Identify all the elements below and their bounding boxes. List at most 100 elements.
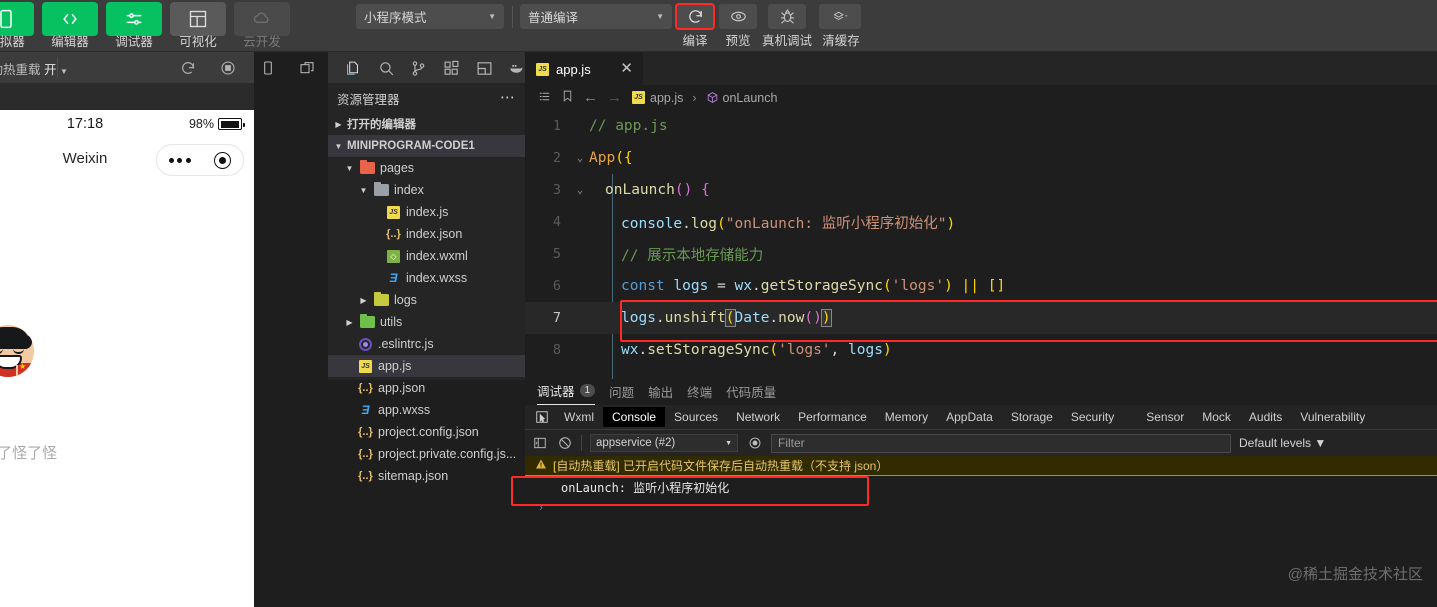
- tree-item-index-json[interactable]: {..} index.json: [328, 223, 525, 245]
- breadcrumb-file[interactable]: JS app.js: [631, 90, 683, 105]
- outline-icon[interactable]: [537, 90, 552, 106]
- devtools-tab-vulnerability[interactable]: Vulnerability: [1291, 407, 1374, 427]
- inspect-cursor-icon[interactable]: [529, 410, 555, 424]
- tree-item-pages[interactable]: ▼ pages: [328, 157, 525, 179]
- code-line[interactable]: 5 // 展示本地存储能力: [525, 238, 1437, 270]
- compile-button[interactable]: [675, 3, 715, 30]
- live-expression-icon[interactable]: [746, 435, 763, 452]
- devtools-tab-wxml[interactable]: Wxml: [555, 407, 603, 427]
- mode-button-debugger[interactable]: [106, 2, 162, 36]
- code-token-paren: ): [882, 342, 892, 358]
- tree-item-app-json[interactable]: {..} app.json: [328, 377, 525, 399]
- console-input-prompt[interactable]: ›: [525, 498, 1437, 516]
- code-line[interactable]: 3 ⌄ onLaunch() {: [525, 174, 1437, 206]
- devtools-tab-console[interactable]: Console: [603, 407, 666, 427]
- wxml-file-icon: ◇: [386, 249, 401, 264]
- tree-item-app-js[interactable]: JS app.js: [328, 355, 525, 377]
- explorer-section-open-editors[interactable]: ▶ 打开的编辑器: [328, 113, 525, 135]
- panel-tab-problems[interactable]: 问题: [609, 382, 634, 405]
- user-avatar[interactable]: [0, 325, 34, 377]
- mode-button-visual[interactable]: [170, 2, 226, 36]
- console-body[interactable]: [自动热重载] 已开启代码文件保存后自动热重载（不支持 json） onLaun…: [511, 456, 1437, 596]
- code-token-dot: .: [751, 278, 761, 294]
- explorer-section-project-root[interactable]: ▼ MINIPROGRAM-CODE1: [328, 135, 525, 157]
- panel-tab-code-quality[interactable]: 代码质量: [726, 382, 776, 405]
- wechat-capsule-button[interactable]: [156, 144, 244, 176]
- clear-cache-button[interactable]: [819, 4, 861, 29]
- devtools-tab-audits[interactable]: Audits: [1240, 407, 1291, 427]
- search-icon[interactable]: [376, 58, 396, 78]
- open-editors-label: 打开的编辑器: [347, 119, 416, 131]
- mode-button-editor[interactable]: [42, 2, 98, 36]
- panel-tab-terminal[interactable]: 终端: [687, 382, 712, 405]
- simulator-refresh-icon[interactable]: [179, 59, 196, 76]
- more-dots-icon[interactable]: [168, 157, 191, 163]
- devtools-tab-sources[interactable]: Sources: [665, 407, 727, 427]
- tree-item-index-wxml[interactable]: ◇ index.wxml: [328, 245, 525, 267]
- console-context-select[interactable]: appservice (#2) ▼: [590, 434, 738, 452]
- mode-button-cloud[interactable]: [234, 2, 290, 36]
- code-line[interactable]: 2 ⌄ App({: [525, 142, 1437, 174]
- devtools-tab-network[interactable]: Network: [727, 407, 789, 427]
- breadcrumb-symbol[interactable]: onLaunch: [706, 91, 777, 105]
- tree-item-utils[interactable]: ▶ utils: [328, 311, 525, 333]
- fold-caret-icon[interactable]: ⌄: [577, 185, 583, 196]
- console-levels-select[interactable]: Default levels ▼: [1239, 436, 1326, 450]
- console-filter-input[interactable]: Filter: [771, 433, 1231, 453]
- code-line[interactable]: 4 console.log("onLaunch: 监听小程序初始化"): [525, 206, 1437, 238]
- panel-tab-label: 调试器: [537, 385, 575, 399]
- tree-item-index-js[interactable]: JS index.js: [328, 201, 525, 223]
- tree-item-project-config[interactable]: {..} project.config.json: [328, 421, 525, 443]
- docker-icon[interactable]: [506, 58, 526, 78]
- devtools-tab-security[interactable]: Security: [1062, 407, 1123, 427]
- back-icon[interactable]: ←: [583, 89, 598, 106]
- editor-scrollbar[interactable]: [1423, 110, 1437, 379]
- battery-icon: [218, 118, 245, 130]
- compile-mode-select[interactable]: 普通编译 ▼: [520, 4, 672, 29]
- mode-button-simulator[interactable]: [0, 2, 34, 36]
- forward-icon[interactable]: →: [607, 89, 622, 106]
- close-icon[interactable]: ✕: [620, 61, 633, 76]
- simulator-windows-icon[interactable]: [298, 59, 315, 76]
- line-content: onLaunch() {: [573, 182, 710, 198]
- devtools-tab-performance[interactable]: Performance: [789, 407, 876, 427]
- devtools-tab-memory[interactable]: Memory: [876, 407, 937, 427]
- source-control-icon[interactable]: [408, 58, 428, 78]
- simulator-toolbar-divider: [57, 57, 58, 78]
- tree-item-eslintrc[interactable]: .eslintrc.js: [328, 333, 525, 355]
- close-target-icon[interactable]: [214, 151, 232, 169]
- code-line[interactable]: 8 wx.setStorageSync('logs', logs): [525, 334, 1437, 366]
- tree-item-logs[interactable]: ▶ logs: [328, 289, 525, 311]
- clear-console-icon[interactable]: [556, 435, 573, 452]
- devtools-tab-appdata[interactable]: AppData: [937, 407, 1002, 427]
- remote-debug-button[interactable]: [768, 4, 806, 29]
- ellipsis-icon[interactable]: ⋯: [500, 90, 516, 105]
- preview-button[interactable]: [719, 4, 757, 29]
- code-area[interactable]: 1 // app.js 2 ⌄ App({ 3 ⌄ onLaunch() { 4…: [525, 110, 1437, 379]
- simulator-record-icon[interactable]: [219, 59, 236, 76]
- panel-tab-output[interactable]: 输出: [648, 382, 673, 405]
- chevron-down-icon: ▼: [488, 12, 496, 21]
- code-line-active[interactable]: 7 logs.unshift(Date.now()): [525, 302, 1437, 334]
- extensions-icon[interactable]: [441, 58, 461, 78]
- devtools-tab-mock[interactable]: Mock: [1193, 407, 1240, 427]
- fold-caret-icon[interactable]: ⌄: [577, 153, 583, 164]
- tree-item-app-wxss[interactable]: Ǝ app.wxss: [328, 399, 525, 421]
- tab-app-js[interactable]: JS app.js ✕: [525, 52, 643, 85]
- mini-program-mode-select[interactable]: 小程序模式 ▼: [356, 4, 504, 29]
- layout-icon[interactable]: [474, 58, 494, 78]
- simulator-device-icon[interactable]: [259, 59, 276, 76]
- tree-item-label: app.json: [378, 381, 426, 395]
- files-icon[interactable]: [342, 58, 362, 78]
- code-line[interactable]: 1 // app.js: [525, 110, 1437, 142]
- code-line[interactable]: 6 const logs = wx.getStorageSync('logs')…: [525, 270, 1437, 302]
- console-sidebar-icon[interactable]: [531, 435, 548, 452]
- tree-item-project-private-config[interactable]: {..} project.private.config.js...: [328, 443, 525, 465]
- tree-item-index-wxss[interactable]: Ǝ index.wxss: [328, 267, 525, 289]
- devtools-tab-sensor[interactable]: Sensor: [1137, 407, 1193, 427]
- panel-tab-debugger[interactable]: 调试器 1: [537, 381, 596, 405]
- devtools-tab-storage[interactable]: Storage: [1002, 407, 1062, 427]
- tree-item-sitemap-json[interactable]: {..} sitemap.json: [328, 465, 525, 487]
- bookmark-icon[interactable]: [561, 89, 574, 106]
- tree-item-index-folder[interactable]: ▼ index: [328, 179, 525, 201]
